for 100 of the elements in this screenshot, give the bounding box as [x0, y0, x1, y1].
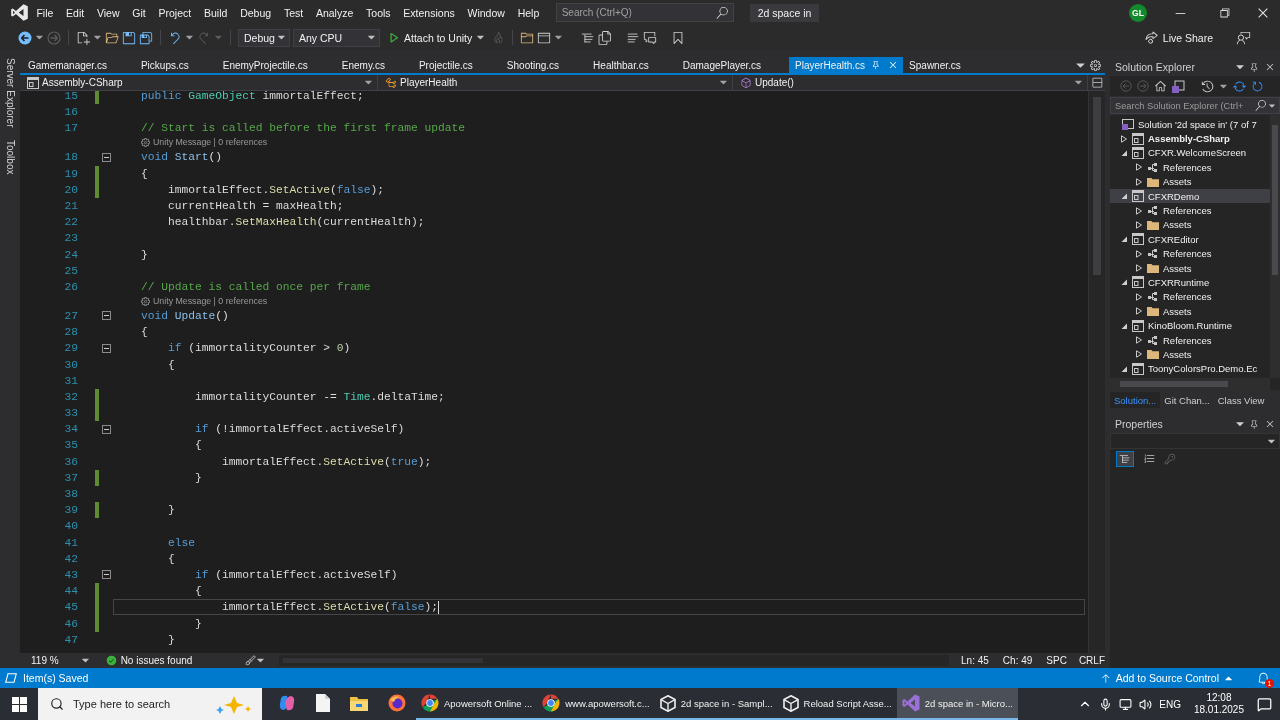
- attach-button[interactable]: Attach to Unity: [383, 28, 490, 47]
- new-file-icon[interactable]: [76, 30, 90, 45]
- horizontal-scrollbar[interactable]: [1110, 378, 1270, 390]
- tree-item[interactable]: Assets: [1110, 174, 1270, 189]
- tree-item[interactable]: ToonyColorsPro.Demo.Ec: [1110, 361, 1270, 377]
- vertical-scrollbar[interactable]: [1088, 91, 1105, 653]
- type-dropdown[interactable]: PlayerHealth: [378, 75, 733, 90]
- sync-icon[interactable]: [1233, 79, 1246, 93]
- member-dropdown[interactable]: Update(): [733, 75, 1088, 90]
- undo-icon[interactable]: [168, 30, 182, 45]
- menu-item[interactable]: Build: [197, 4, 234, 21]
- tree-item[interactable]: Assets: [1110, 260, 1270, 276]
- account-avatar[interactable]: GL: [1129, 3, 1147, 22]
- home-icon[interactable]: [1154, 79, 1167, 93]
- menu-item[interactable]: Extensions: [396, 4, 462, 21]
- settings-icon[interactable]: [1090, 59, 1101, 71]
- expander-icon[interactable]: [1120, 235, 1128, 244]
- search-box[interactable]: Search Solution Explorer (Ctrl+: [1110, 97, 1280, 114]
- tree-item[interactable]: References: [1110, 246, 1270, 261]
- tree-item[interactable]: Solution '2d space in' (7 of 7: [1110, 117, 1270, 132]
- search-field[interactable]: Type here to search: [73, 698, 205, 710]
- taskbar-button[interactable]: www.apowersoft.c...: [537, 688, 655, 720]
- document-tab[interactable]: Shooting.cs: [500, 57, 588, 73]
- caret-icon[interactable]: [185, 33, 194, 42]
- play-icon[interactable]: [387, 31, 400, 44]
- tree-item[interactable]: CFXREditor: [1110, 232, 1270, 247]
- tree-item[interactable]: Assets: [1110, 217, 1270, 233]
- expander-icon[interactable]: [1135, 292, 1143, 301]
- expander-icon[interactable]: [1120, 192, 1128, 201]
- collapse-icon[interactable]: [101, 424, 111, 434]
- document-tab[interactable]: Healthbar.cs: [587, 57, 677, 73]
- comment-icon[interactable]: [643, 30, 658, 45]
- menu-item[interactable]: Edit: [59, 4, 91, 21]
- taskbar-button[interactable]: 2d space in - Micro...: [896, 688, 1018, 720]
- folder-icon[interactable]: [520, 30, 535, 45]
- tree-item[interactable]: Assets: [1110, 347, 1270, 362]
- solution-icon[interactable]: [1172, 79, 1185, 93]
- caret-icon[interactable]: [1235, 419, 1245, 429]
- menu-item[interactable]: Git: [125, 4, 153, 21]
- volume-icon[interactable]: [1139, 697, 1153, 711]
- close-icon[interactable]: [1264, 61, 1276, 73]
- close-icon[interactable]: [1264, 418, 1276, 430]
- back-icon[interactable]: [18, 30, 32, 45]
- tree-item[interactable]: CFXRDemo: [1110, 188, 1270, 204]
- expander-icon[interactable]: [1135, 249, 1143, 258]
- menu-item[interactable]: Analyze: [309, 4, 360, 21]
- taskbar-button[interactable]: 2d space in - Sampl...: [654, 688, 778, 720]
- clock-date[interactable]: 18.01.2025: [1193, 704, 1244, 716]
- expander-icon[interactable]: [1135, 220, 1143, 229]
- tree-item[interactable]: References: [1110, 160, 1270, 175]
- caret-icon[interactable]: [364, 78, 373, 87]
- history-icon[interactable]: [1201, 79, 1214, 93]
- code-lens-link[interactable]: Unity Message | 0 references: [153, 295, 268, 307]
- expander-icon[interactable]: [1120, 321, 1128, 330]
- live-share-button[interactable]: Live Share: [1140, 31, 1217, 44]
- search-box[interactable]: Type here to search: [38, 688, 262, 720]
- refresh-icon[interactable]: [1251, 79, 1264, 93]
- pin-icon[interactable]: [1249, 418, 1260, 430]
- caret-icon[interactable]: [256, 656, 266, 665]
- tree-item[interactable]: References: [1110, 289, 1270, 305]
- project-dropdown[interactable]: Assembly-CSharp: [20, 75, 378, 90]
- collapse-icon[interactable]: [101, 343, 111, 353]
- document-tab[interactable]: Spawner.cs: [903, 57, 989, 73]
- menu-item[interactable]: File: [30, 4, 60, 21]
- menu-item[interactable]: Window: [461, 4, 512, 21]
- expander-icon[interactable]: [1120, 278, 1128, 287]
- search-icon[interactable]: [715, 6, 728, 19]
- brush-icon[interactable]: [245, 655, 257, 666]
- caret-icon[interactable]: [476, 33, 486, 42]
- restore-icon[interactable]: [1217, 6, 1231, 19]
- expander-icon[interactable]: [1135, 307, 1143, 316]
- tree-item[interactable]: Assets: [1110, 304, 1270, 319]
- menu-item[interactable]: View: [90, 4, 126, 21]
- tree-item[interactable]: References: [1110, 203, 1270, 218]
- search-icon[interactable]: [50, 697, 64, 711]
- caret-icon[interactable]: [554, 33, 564, 42]
- search-icon[interactable]: [1255, 100, 1266, 111]
- line-endings-indicator[interactable]: CRLF: [1078, 655, 1105, 666]
- expander-icon[interactable]: [1120, 134, 1128, 143]
- tree-item[interactable]: References: [1110, 332, 1270, 348]
- expander-icon[interactable]: [1120, 148, 1128, 157]
- collapse-icon[interactable]: [101, 311, 111, 321]
- vertical-scrollbar[interactable]: [1270, 115, 1280, 378]
- files-icon[interactable]: [598, 30, 613, 45]
- caret-icon[interactable]: [367, 33, 376, 42]
- save-icon[interactable]: [122, 30, 136, 45]
- caret-icon[interactable]: [35, 33, 44, 42]
- tree-item[interactable]: Assembly-CSharp: [1110, 131, 1270, 146]
- document-tab[interactable]: Projectile.cs: [412, 57, 501, 73]
- collapse-icon[interactable]: [101, 570, 111, 580]
- feedback-icon[interactable]: [1237, 30, 1251, 45]
- menu-item[interactable]: Debug: [233, 4, 278, 21]
- code-lens-link[interactable]: Unity Message | 0 references: [153, 137, 268, 149]
- expander-icon[interactable]: [1135, 163, 1143, 172]
- notifications-icon[interactable]: [1257, 696, 1272, 712]
- platform-dropdown[interactable]: Any CPU: [293, 28, 380, 47]
- collapse-icon[interactable]: [101, 152, 111, 162]
- pin-icon[interactable]: [871, 60, 882, 70]
- document-tab[interactable]: Pickups.cs: [134, 57, 217, 73]
- caret-icon[interactable]: [93, 33, 102, 42]
